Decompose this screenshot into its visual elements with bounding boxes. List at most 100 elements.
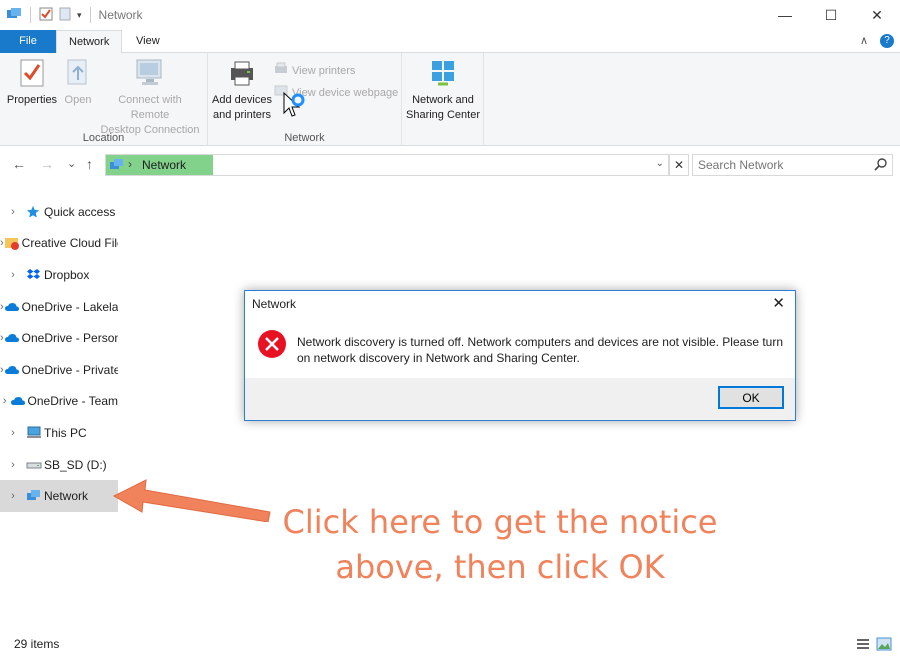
nav-item-network[interactable]: › Network (0, 480, 118, 512)
up-button[interactable]: ↑ (86, 156, 93, 172)
search-box[interactable] (692, 154, 893, 176)
expand-chevron-icon[interactable]: › (0, 206, 26, 218)
dialog-close-button[interactable]: ✕ (772, 294, 785, 312)
large-icons-view-icon[interactable] (876, 637, 892, 654)
connect-remote-label-line1: Connect with Remote (118, 94, 182, 121)
location-group-label: Location (82, 132, 125, 144)
network-group: Add devices and printers View printers V… (208, 53, 402, 146)
nav-item-this-pc[interactable]: › This PC (0, 417, 118, 449)
annotation-line-1: Click here to get the notice (282, 503, 718, 541)
network-sharing-center-button[interactable]: Network and Sharing Center (404, 57, 482, 123)
window-controls: — ☐ ✕ (762, 0, 900, 30)
breadcrumb-network[interactable]: Network (142, 158, 186, 172)
view-printers-button[interactable]: View printers (274, 62, 355, 79)
expand-chevron-icon[interactable]: › (0, 490, 26, 502)
sharing-center-group: Network and Sharing Center (402, 53, 484, 146)
ribbon-tabs: File Network View ∧ ? (0, 30, 900, 54)
nav-item-label: Creative Cloud Files (21, 236, 118, 251)
help-icon[interactable]: ? (880, 34, 894, 48)
network-discovery-dialog: Network ✕ Network discovery is turned of… (244, 290, 796, 421)
properties-label: Properties (6, 94, 58, 106)
collapse-ribbon-icon[interactable]: ∧ (860, 34, 868, 47)
network-app-icon (6, 6, 22, 25)
view-printers-label: View printers (292, 64, 356, 77)
creative-cloud-folder-icon (4, 235, 20, 251)
nav-item-label: Quick access (44, 204, 116, 219)
network-group-label: Network (284, 132, 325, 144)
expand-chevron-icon[interactable]: › (0, 427, 26, 439)
title-bar: ▾ Network — ☐ ✕ (0, 0, 900, 30)
add-devices-button[interactable]: Add devices and printers (212, 57, 272, 123)
annotation-text: Click here to get the notice above, then… (230, 500, 770, 590)
close-button[interactable]: ✕ (854, 0, 900, 30)
window-title: Network (98, 8, 143, 22)
connect-remote-desktop-button[interactable]: Connect with Remote Desktop Connection (98, 57, 202, 138)
address-dropdown-icon[interactable]: ⌄ (656, 158, 664, 169)
sharing-center-label-line2: Sharing Center (406, 109, 480, 121)
nav-item-label: Dropbox (44, 267, 90, 282)
nav-item-label: OneDrive - Team (27, 394, 118, 409)
tab-view[interactable]: View (124, 30, 172, 53)
nav-item-dropbox[interactable]: › Dropbox (0, 259, 118, 291)
tab-network[interactable]: Network (56, 30, 123, 54)
ribbon: Properties Open Connect with Remote Desk… (0, 53, 900, 146)
network-sharing-icon (427, 57, 459, 89)
dialog-title: Network (252, 297, 297, 311)
properties-button[interactable]: Properties (6, 57, 58, 108)
computer-icon (26, 425, 42, 441)
expand-chevron-icon[interactable]: › (0, 459, 26, 471)
onedrive-icon (4, 362, 20, 378)
search-icon[interactable] (874, 157, 888, 174)
breadcrumb-chevron-icon[interactable]: › (128, 157, 132, 171)
new-folder-qat-icon[interactable] (59, 7, 71, 24)
nav-item-sd-drive[interactable]: › SB_SD (D:) (0, 449, 118, 481)
add-devices-label-line2: and printers (212, 109, 272, 121)
network-breadcrumb-icon (109, 157, 125, 176)
dialog-footer: OK (245, 378, 795, 420)
nav-item-quick-access[interactable]: › Quick access (0, 196, 118, 228)
nav-item-onedrive-3[interactable]: › OneDrive - Private (0, 354, 118, 386)
nav-item-label: Network (44, 489, 89, 504)
onedrive-icon (10, 393, 26, 409)
error-icon (257, 329, 287, 362)
properties-qat-icon[interactable] (39, 7, 53, 24)
ok-button[interactable]: OK (718, 386, 784, 409)
back-button[interactable]: ← (12, 156, 26, 172)
open-label: Open (64, 94, 92, 106)
maximize-button[interactable]: ☐ (808, 0, 854, 30)
tab-file[interactable]: File (0, 30, 56, 53)
nav-item-onedrive-1[interactable]: › OneDrive - Lakeland (0, 291, 118, 323)
quick-access-toolbar: ▾ (0, 6, 93, 25)
nav-item-label: This PC (44, 425, 87, 440)
nav-item-onedrive-2[interactable]: › OneDrive - Personal (0, 322, 118, 354)
annotation-line-2: above, then click OK (335, 548, 665, 586)
view-printers-icon (274, 62, 288, 79)
view-toggle-group (856, 637, 892, 654)
forward-button[interactable]: → (40, 156, 54, 172)
expand-chevron-icon[interactable]: › (0, 395, 10, 407)
open-icon (62, 57, 94, 89)
expand-chevron-icon[interactable]: › (0, 269, 26, 281)
nav-item-label: OneDrive - Lakeland (21, 299, 118, 314)
nav-item-label: OneDrive - Personal (21, 331, 118, 346)
details-view-icon[interactable] (856, 637, 870, 654)
dropbox-icon (26, 267, 42, 283)
star-icon (26, 204, 42, 220)
toolbar-separator (30, 7, 31, 23)
open-button[interactable]: Open (60, 57, 96, 108)
properties-icon (16, 57, 48, 89)
network-icon (26, 488, 42, 504)
printer-add-icon (226, 57, 258, 89)
add-devices-label-line1: Add devices (212, 94, 272, 106)
nav-item-creative-cloud[interactable]: › Creative Cloud Files (0, 228, 118, 260)
recent-locations-button[interactable]: ⌄ (67, 157, 76, 170)
dialog-message: Network discovery is turned off. Network… (297, 335, 783, 365)
nav-item-label: SB_SD (D:) (44, 457, 107, 472)
nav-item-onedrive-4[interactable]: › OneDrive - Team (0, 386, 118, 418)
minimize-button[interactable]: — (762, 0, 808, 30)
search-input[interactable] (693, 155, 863, 175)
onedrive-icon (4, 330, 20, 346)
address-bar[interactable]: › Network ⌄ (105, 154, 669, 176)
customize-qat-chevron-icon[interactable]: ▾ (77, 10, 82, 21)
clear-address-button[interactable]: ✕ (669, 154, 689, 176)
